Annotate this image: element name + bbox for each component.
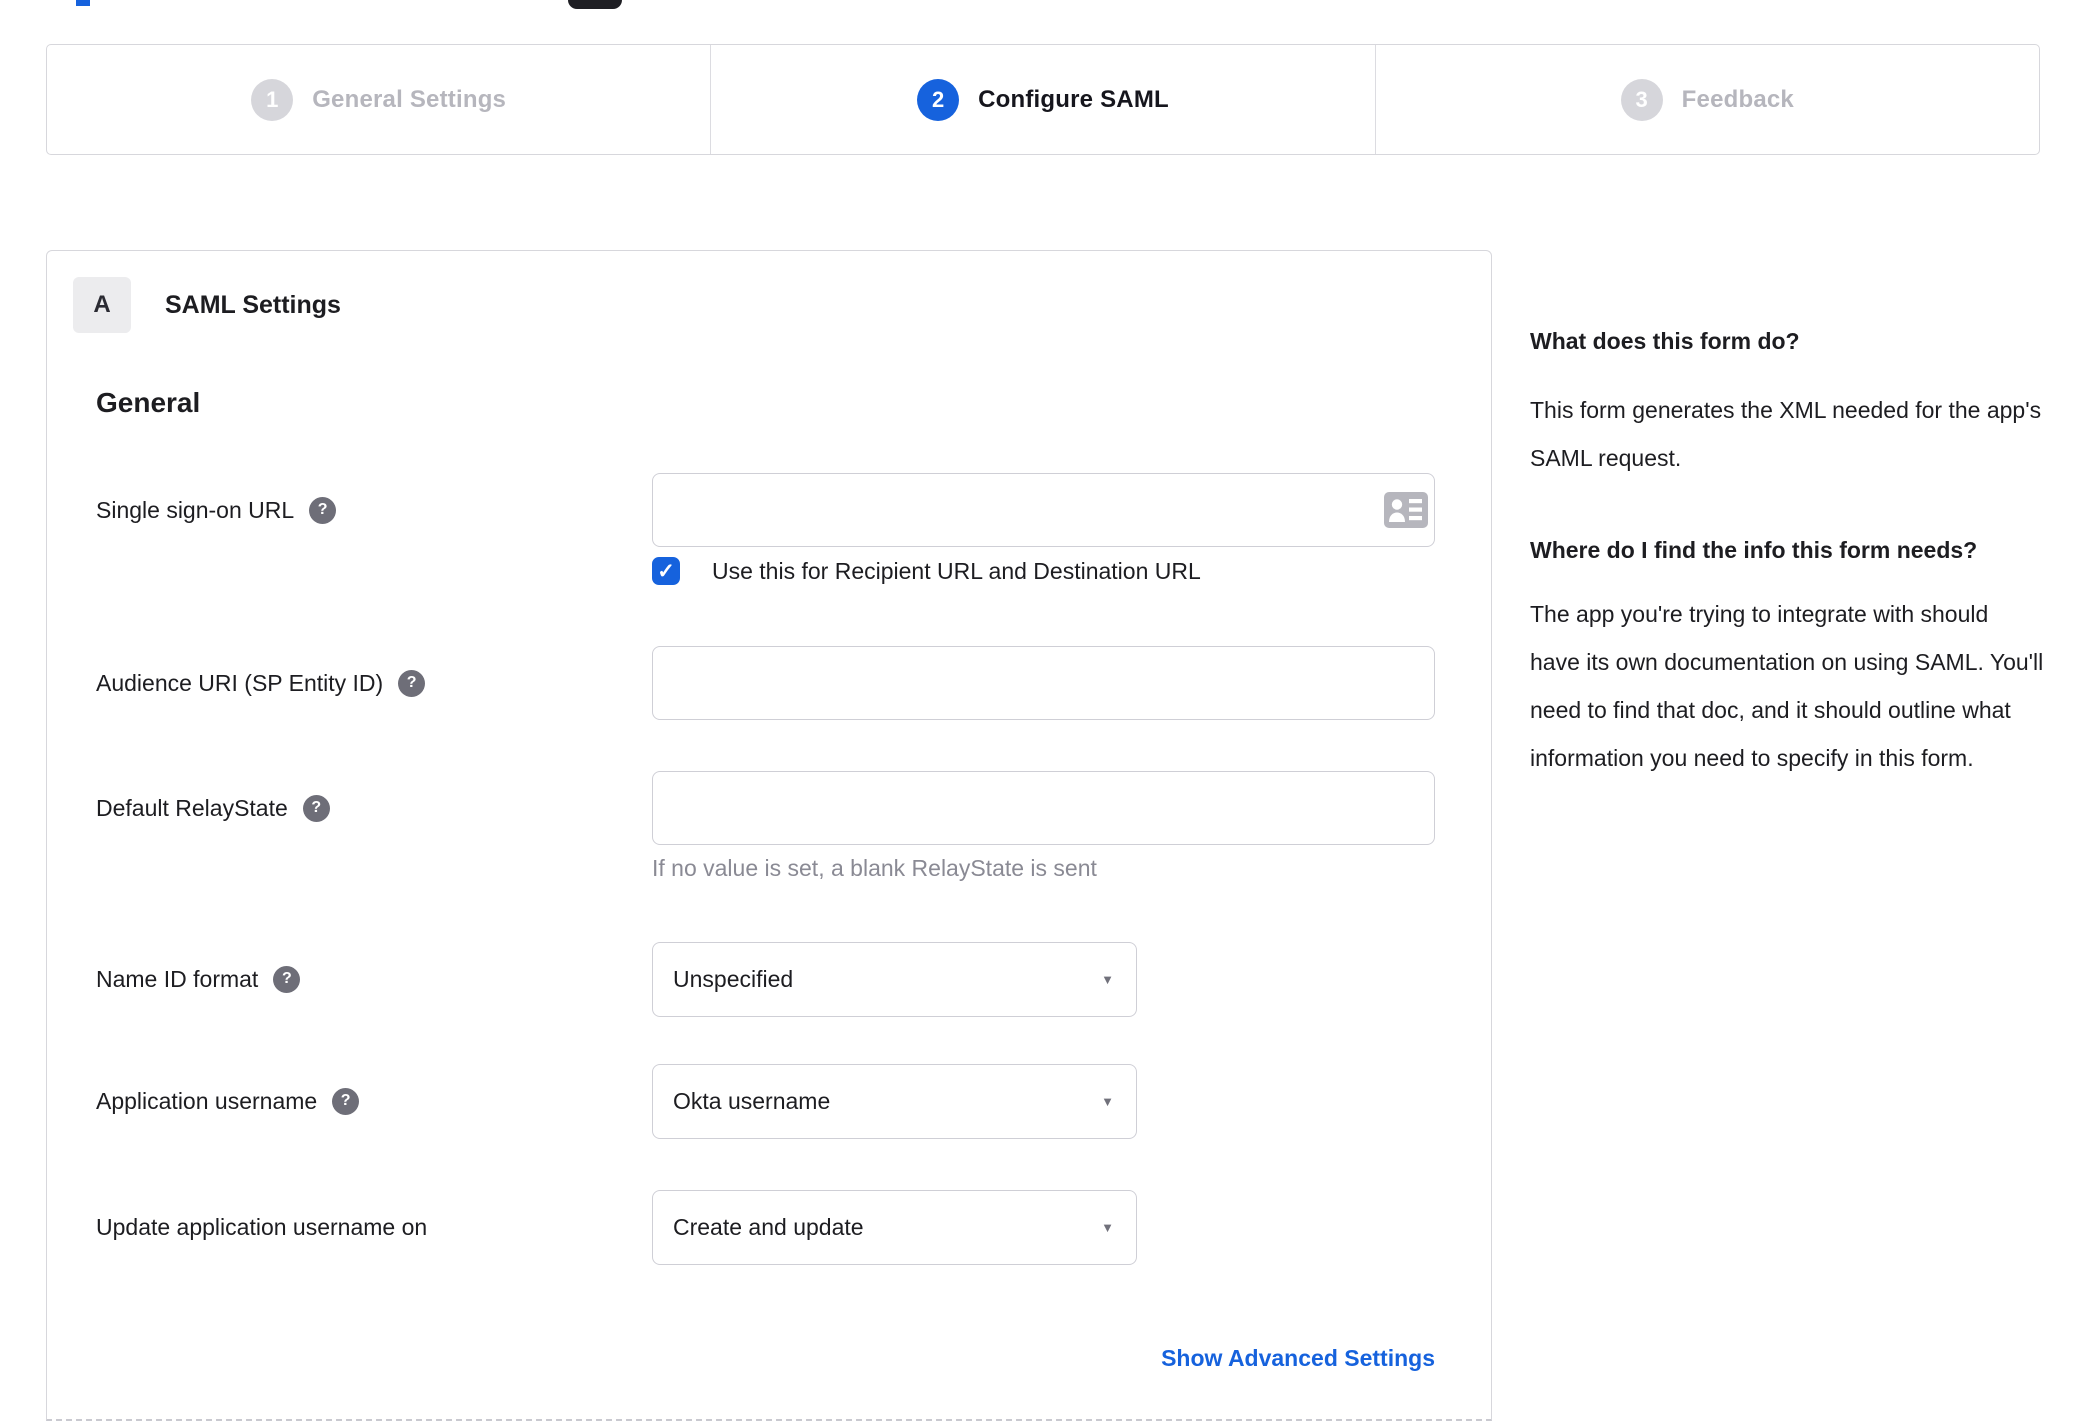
audience-uri-label: Audience URI (SP Entity ID) ? — [96, 646, 426, 720]
app-username-select[interactable]: Okta username ▼ — [652, 1064, 1137, 1139]
step-3-number-badge: 3 — [1620, 78, 1663, 121]
help-icon[interactable]: ? — [273, 965, 301, 993]
help-icon[interactable]: ? — [398, 669, 426, 697]
default-relaystate-label-text: Default RelayState — [96, 794, 288, 821]
step-2-number-badge: 2 — [917, 78, 960, 121]
section-a-badge: A — [73, 277, 131, 333]
step-1-number-badge: 1 — [251, 78, 294, 121]
relaystate-hint: If no value is set, a blank RelayState i… — [652, 855, 1097, 881]
name-id-format-value: Unspecified — [673, 966, 794, 992]
chevron-down-icon: ▼ — [1101, 1094, 1114, 1109]
name-id-format-select[interactable]: Unspecified ▼ — [652, 942, 1137, 1017]
sidebar-body-1: This form generates the XML needed for t… — [1530, 397, 2042, 471]
sso-url-input[interactable] — [652, 473, 1435, 547]
app-username-label: Application username ? — [96, 1064, 360, 1138]
audience-uri-input[interactable] — [652, 646, 1435, 720]
sidebar-body-2: The app you're trying to integrate with … — [1530, 601, 2044, 771]
section-title: SAML Settings — [165, 290, 341, 319]
saml-settings-panel: A SAML Settings General Single sign-on U… — [46, 250, 1492, 1421]
audience-uri-label-text: Audience URI (SP Entity ID) — [96, 669, 384, 696]
update-app-username-label: Update application username on — [96, 1190, 427, 1264]
contact-card-icon — [1384, 492, 1428, 528]
name-id-format-label: Name ID format ? — [96, 942, 301, 1016]
sso-url-label-text: Single sign-on URL — [96, 496, 295, 523]
step-3-label: Feedback — [1681, 85, 1794, 113]
recipient-url-checkbox[interactable]: ✓ — [652, 557, 680, 585]
name-id-format-label-text: Name ID format — [96, 965, 259, 992]
sidebar-heading-2: Where do I find the info this form needs… — [1530, 537, 1978, 563]
clipped-dark-element — [568, 0, 622, 9]
help-icon[interactable]: ? — [332, 1087, 360, 1115]
chevron-down-icon: ▼ — [1101, 1220, 1114, 1235]
sidebar-heading-1: What does this form do? — [1530, 328, 1800, 354]
step-feedback[interactable]: 3 Feedback — [1374, 45, 2039, 154]
step-configure-saml[interactable]: 2 Configure SAML — [710, 45, 1374, 154]
show-advanced-settings-link[interactable]: Show Advanced Settings — [652, 1345, 1435, 1372]
app-username-label-text: Application username — [96, 1087, 318, 1114]
step-general-settings[interactable]: 1 General Settings — [47, 45, 710, 154]
chevron-down-icon: ▼ — [1101, 972, 1114, 987]
app-username-value: Okta username — [673, 1088, 831, 1114]
update-app-username-select[interactable]: Create and update ▼ — [652, 1190, 1137, 1265]
update-app-username-label-text: Update application username on — [96, 1213, 428, 1240]
recipient-url-checkbox-label: Use this for Recipient URL and Destinati… — [712, 557, 1201, 584]
clipped-blue-element — [76, 0, 90, 6]
step-1-label: General Settings — [312, 85, 507, 113]
help-sidebar: What does this form do? This form genera… — [1530, 326, 2044, 782]
general-group-heading: General — [96, 387, 201, 418]
sso-url-label: Single sign-on URL ? — [96, 473, 337, 547]
help-icon[interactable]: ? — [302, 794, 330, 822]
wizard-stepper: 1 General Settings 2 Configure SAML 3 Fe… — [46, 44, 2040, 155]
default-relaystate-input[interactable] — [652, 771, 1435, 845]
step-2-label: Configure SAML — [978, 85, 1169, 113]
recipient-url-checkbox-row: ✓ Use this for Recipient URL and Destina… — [652, 557, 1201, 585]
help-icon[interactable]: ? — [309, 496, 337, 524]
update-app-username-value: Create and update — [673, 1214, 864, 1240]
checkmark-icon: ✓ — [657, 559, 675, 583]
default-relaystate-label: Default RelayState ? — [96, 771, 330, 845]
